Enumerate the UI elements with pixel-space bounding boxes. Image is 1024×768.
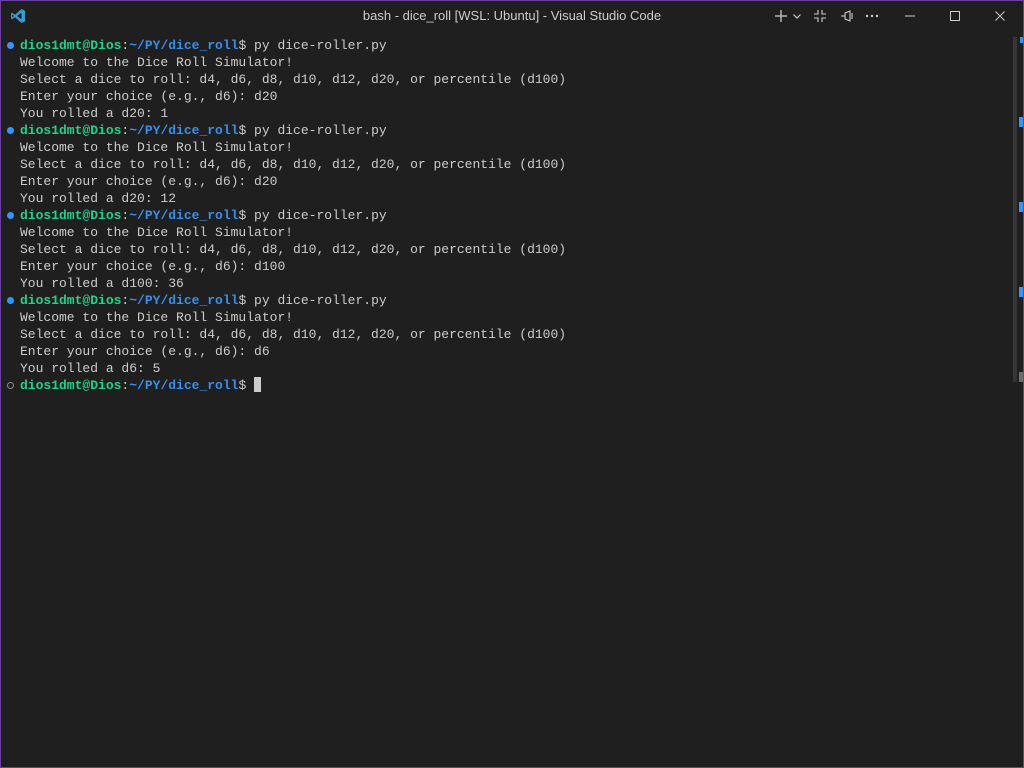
terminal-output-line: Welcome to the Dice Roll Simulator! [1,54,1011,71]
command-success-decoration-icon[interactable] [7,297,14,304]
vscode-window: bash - dice_roll [WSL: Ubuntu] - Visual … [0,0,1024,768]
terminal-output-line: Enter your choice (e.g., d6): d100 [1,258,1011,275]
prompt-command: $ py dice-roller.py [238,123,387,138]
terminal-prompt-line: dios1dmt@Dios:~/PY/dice_roll$ [1,377,1011,394]
output-text: Select a dice to roll: d4, d6, d8, d10, … [20,327,567,342]
output-text: You rolled a d100: 36 [20,276,184,291]
terminal-output-line: You rolled a d20: 1 [1,105,1011,122]
terminal-prompt-line: dios1dmt@Dios:~/PY/dice_roll$ py dice-ro… [1,207,1011,224]
maximize-icon[interactable] [933,1,977,30]
pin-icon[interactable] [836,1,856,30]
command-success-decoration-icon[interactable] [7,42,14,49]
layout-toggle-icon[interactable] [810,1,830,30]
prompt-user: dios1dmt@Dios [20,208,122,223]
prompt-path: ~/PY/dice_roll [129,293,239,308]
terminal-output-line: Welcome to the Dice Roll Simulator! [1,224,1011,241]
prompt-path: ~/PY/dice_roll [129,208,239,223]
prompt-user: dios1dmt@Dios [20,38,122,53]
terminal-cursor [254,377,262,392]
terminal-output-line: Select a dice to roll: d4, d6, d8, d10, … [1,156,1011,173]
output-text: You rolled a d6: 5 [20,361,161,376]
output-text: Enter your choice (e.g., d6): d20 [20,89,278,104]
chevron-down-icon[interactable] [791,1,803,30]
terminal-output-line: Select a dice to roll: d4, d6, d8, d10, … [1,326,1011,343]
more-actions-icon[interactable] [862,1,882,30]
prompt-path: ~/PY/dice_roll [129,123,239,138]
command-success-decoration-icon[interactable] [7,127,14,134]
overview-ruler-cursor [1019,372,1023,382]
terminal-output-line: You rolled a d6: 5 [1,360,1011,377]
terminal-output-line: You rolled a d20: 12 [1,190,1011,207]
output-text: You rolled a d20: 1 [20,106,169,121]
scroll-thumb[interactable] [1013,37,1017,382]
terminal-output-line: Enter your choice (e.g., d6): d20 [1,173,1011,190]
vscode-logo-icon[interactable] [10,8,26,24]
terminal-output-line: Welcome to the Dice Roll Simulator! [1,309,1011,326]
output-text: Enter your choice (e.g., d6): d100 [20,259,286,274]
command-success-decoration-icon[interactable] [7,212,14,219]
prompt-command: $ py dice-roller.py [238,293,387,308]
close-icon[interactable] [977,1,1023,30]
minimize-icon[interactable] [887,1,933,30]
prompt-command: $ [238,378,255,393]
prompt-user: dios1dmt@Dios [20,378,122,393]
overview-ruler-marker [1019,202,1023,212]
command-pending-decoration-icon[interactable] [7,382,14,389]
title-bar[interactable]: bash - dice_roll [WSL: Ubuntu] - Visual … [1,1,1023,30]
prompt-path: ~/PY/dice_roll [129,378,239,393]
output-text: Select a dice to roll: d4, d6, d8, d10, … [20,242,567,257]
terminal-output-line: Enter your choice (e.g., d6): d20 [1,88,1011,105]
prompt-user: dios1dmt@Dios [20,293,122,308]
terminal-prompt-line: dios1dmt@Dios:~/PY/dice_roll$ py dice-ro… [1,37,1011,54]
terminal-output-line: Select a dice to roll: d4, d6, d8, d10, … [1,71,1011,88]
prompt-command: $ py dice-roller.py [238,208,387,223]
terminal-output-line: You rolled a d100: 36 [1,275,1011,292]
output-text: Select a dice to roll: d4, d6, d8, d10, … [20,72,567,87]
output-text: Enter your choice (e.g., d6): d20 [20,174,278,189]
prompt-path: ~/PY/dice_roll [129,38,239,53]
terminal-prompt-line: dios1dmt@Dios:~/PY/dice_roll$ py dice-ro… [1,122,1011,139]
terminal-prompt-line: dios1dmt@Dios:~/PY/dice_roll$ py dice-ro… [1,292,1011,309]
terminal-output-line: Enter your choice (e.g., d6): d6 [1,343,1011,360]
output-text: Enter your choice (e.g., d6): d6 [20,344,270,359]
output-text: Select a dice to roll: d4, d6, d8, d10, … [20,157,567,172]
output-text: Welcome to the Dice Roll Simulator! [20,225,294,240]
overview-ruler-marker [1019,117,1023,127]
output-text: You rolled a d20: 12 [20,191,177,206]
prompt-command: $ py dice-roller.py [238,38,387,53]
terminal-output-line: Welcome to the Dice Roll Simulator! [1,139,1011,156]
new-terminal-plus-icon[interactable] [771,1,791,30]
output-text: Welcome to the Dice Roll Simulator! [20,310,294,325]
prompt-user: dios1dmt@Dios [20,123,122,138]
overview-ruler-marker [1020,37,1023,43]
terminal-scrollbar[interactable] [1011,37,1023,765]
overview-ruler-marker [1019,287,1023,297]
terminal-panel[interactable]: dios1dmt@Dios:~/PY/dice_roll$ py dice-ro… [1,37,1011,765]
output-text: Welcome to the Dice Roll Simulator! [20,55,294,70]
terminal-output-line: Select a dice to roll: d4, d6, d8, d10, … [1,241,1011,258]
output-text: Welcome to the Dice Roll Simulator! [20,140,294,155]
